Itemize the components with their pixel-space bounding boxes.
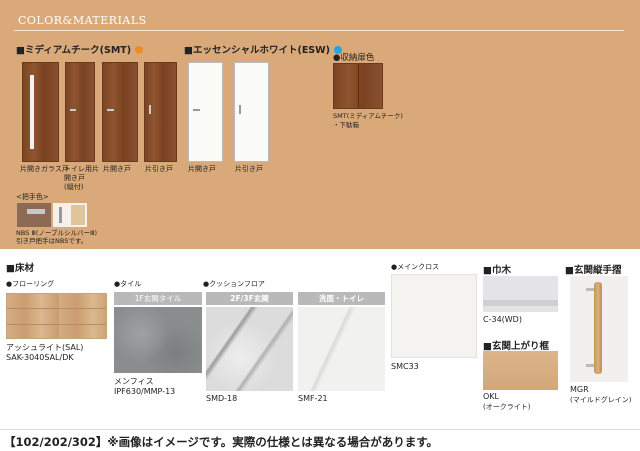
kamachi-swatch bbox=[483, 351, 558, 390]
cf-code-1: SMD-18 bbox=[206, 394, 238, 403]
page-title: COLOR&MATERIALS bbox=[18, 14, 147, 27]
esw-label-2: 片引き戸 bbox=[235, 165, 263, 173]
kamachi-heading: ■玄関上がり框 bbox=[483, 341, 549, 352]
tile-code: IPF630/MMP-13 bbox=[114, 387, 176, 396]
smt-heading: ■ミディアムチーク(SMT) bbox=[16, 42, 144, 56]
tile-swatch bbox=[114, 307, 202, 373]
baseboard bbox=[483, 300, 558, 306]
smt-label-4: 片引き戸 bbox=[145, 165, 173, 173]
door-white-hinged bbox=[188, 62, 223, 162]
door-white-sliding bbox=[234, 62, 269, 162]
kamachi-code: OKL bbox=[483, 392, 499, 401]
storage-label: SMT(ミディアムチーク) ・下駄箱 bbox=[333, 112, 403, 129]
tesuri-swatch bbox=[570, 276, 628, 382]
smt-label-3: 片開き戸 bbox=[103, 165, 131, 173]
footer-note: 【102/202/302】※画像はイメージです。実際の仕様とは異なる場合がありま… bbox=[0, 429, 640, 451]
flooring-sub: ●フローリング bbox=[6, 280, 55, 288]
tile-head: 1F玄関タイル bbox=[114, 292, 202, 305]
esw-heading: ■エッセンシャルホワイト(ESW) bbox=[184, 42, 342, 56]
storage-divider bbox=[358, 64, 359, 108]
kamachi-name: (オークライト) bbox=[483, 403, 531, 411]
handle-label: NBS Ⅲ(ノーブルシルバーⅢ) 引き戸把手はNBSです。 bbox=[16, 229, 98, 245]
plank-line bbox=[7, 308, 106, 309]
handrail-bar bbox=[594, 282, 602, 374]
title-divider bbox=[14, 30, 624, 31]
tile-name: メンフィス bbox=[114, 377, 154, 386]
flooring-code: SAK-3040SAL/DK bbox=[6, 353, 74, 362]
cf-head-1: 2F/3F玄関 bbox=[206, 292, 293, 305]
flooring-swatch bbox=[6, 293, 107, 339]
door-toilet bbox=[65, 62, 95, 162]
lever-handle-icon bbox=[107, 109, 114, 111]
wood-chip bbox=[71, 205, 85, 225]
floor-heading: ■床材 bbox=[6, 263, 34, 274]
door-hinged bbox=[102, 62, 138, 162]
lever-handle-icon bbox=[27, 209, 45, 214]
habaki-swatch bbox=[483, 276, 558, 312]
cloth-sub: ●メインクロス bbox=[391, 263, 440, 271]
cf-swatch-2 bbox=[298, 307, 385, 391]
orange-dot-icon bbox=[135, 46, 144, 54]
door-sliding bbox=[144, 62, 177, 162]
tesuri-name: (マイルドグレイン) bbox=[570, 396, 632, 404]
cf-swatch-1 bbox=[206, 307, 293, 391]
cf-code-2: SMF-21 bbox=[298, 394, 328, 403]
cloth-swatch bbox=[391, 274, 477, 358]
pull-handle-icon bbox=[239, 105, 241, 114]
cushion-sub: ●クッションフロア bbox=[203, 280, 265, 288]
cf-head-2: 洗面・トイレ bbox=[298, 292, 385, 305]
tile-sub: ●タイル bbox=[114, 280, 142, 288]
plank-line bbox=[7, 324, 106, 325]
flooring-name: アッシュライト(SAL) bbox=[6, 343, 84, 352]
handle-sample bbox=[17, 203, 51, 227]
lever-handle-icon bbox=[193, 109, 200, 111]
cloth-code: SMC33 bbox=[391, 362, 419, 371]
pull-handle-icon bbox=[149, 105, 151, 114]
smt-label-1: 片開きガラス戸 bbox=[20, 165, 69, 173]
handle-heading: <把手色> bbox=[16, 193, 49, 201]
handrail-bracket bbox=[586, 288, 594, 291]
storage-door bbox=[333, 63, 383, 109]
smt-label-2: トイレ用片 開き戸 (縦付) bbox=[64, 165, 99, 191]
glass-slit bbox=[30, 75, 34, 149]
esw-label-1: 片開き戸 bbox=[188, 165, 216, 173]
smt-heading-text: ■ミディアムチーク(SMT) bbox=[16, 45, 132, 56]
pull-handle-icon bbox=[59, 207, 62, 223]
handrail-bracket bbox=[586, 364, 594, 367]
tesuri-heading: ■玄関縦手摺 bbox=[565, 265, 622, 276]
tesuri-code: MGR bbox=[570, 385, 589, 394]
habaki-heading: ■巾木 bbox=[483, 265, 511, 276]
door-glass bbox=[22, 62, 59, 162]
esw-heading-text: ■エッセンシャルホワイト(ESW) bbox=[184, 45, 330, 56]
handle-sample-white bbox=[53, 203, 87, 227]
storage-heading: ●収納扉色 bbox=[333, 53, 375, 63]
habaki-code: C-34(WD) bbox=[483, 315, 522, 324]
color-materials-panel bbox=[0, 0, 640, 249]
lever-handle-icon bbox=[70, 109, 76, 111]
